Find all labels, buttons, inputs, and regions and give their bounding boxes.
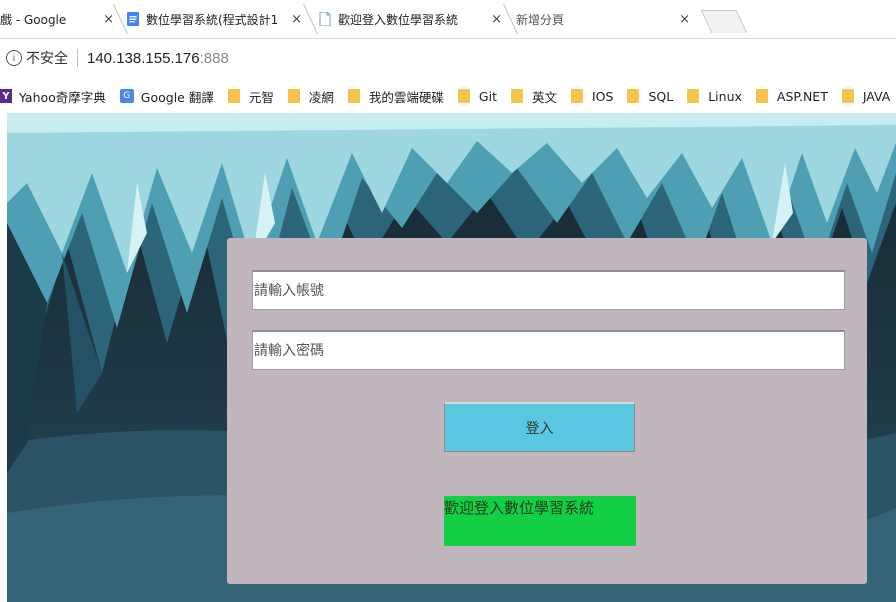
tab-label: 歡迎登入數位學習系統 [338, 12, 459, 27]
bookmark-folder-aspnet[interactable]: ASP.NET [755, 88, 828, 104]
folder-icon [510, 89, 523, 103]
close-icon[interactable]: × [491, 12, 502, 27]
account-input[interactable] [252, 270, 845, 310]
docs-icon [126, 12, 140, 26]
bookmark-folder-linux[interactable]: Linux [687, 89, 742, 104]
page-icon [318, 11, 332, 27]
bookmark-folder-drive[interactable]: 我的雲端硬碟 [347, 87, 444, 106]
url-host[interactable]: 140.138.155.176 [87, 50, 200, 67]
folder-icon [755, 89, 768, 103]
folder-icon [287, 89, 300, 103]
address-divider [77, 49, 78, 67]
tab-new-tab[interactable]: 新增分頁 × [516, 4, 702, 34]
tab-label: 新增分頁 [516, 12, 565, 27]
bookmark-folder-yuanzhi[interactable]: 元智 [227, 87, 274, 106]
folder-icon [347, 89, 360, 103]
welcome-banner: 歡迎登入數位學習系統 [444, 496, 636, 546]
bookmark-label: SQL [648, 88, 674, 104]
close-icon[interactable]: × [291, 12, 302, 27]
address-bar[interactable]: i 不安全 140.138.155.176:888 [0, 39, 896, 77]
page-viewport: 登入 歡迎登入數位學習系統 [7, 113, 896, 602]
tab-label: 數位學習系統(程式設計1 [146, 12, 279, 27]
bookmark-label: JAVA [862, 88, 891, 104]
bookmark-folder-java[interactable]: JAVA [841, 88, 891, 104]
folder-icon [227, 89, 240, 103]
bookmark-label: Git [478, 88, 497, 104]
url-port[interactable]: :888 [200, 50, 229, 67]
bookmark-yahoo-dictionary[interactable]: Y Yahoo奇摩字典 [0, 87, 106, 106]
bookmark-label: Yahoo奇摩字典 [19, 89, 106, 105]
new-tab-button[interactable] [700, 10, 748, 33]
folder-icon [570, 89, 583, 103]
password-input[interactable] [252, 330, 845, 370]
bookmark-label: 凌網 [308, 89, 334, 105]
bookmark-label: ASP.NET [776, 88, 828, 104]
info-icon[interactable]: i [6, 50, 22, 66]
yahoo-icon: Y [0, 89, 12, 103]
bookmarks-bar: Y Yahoo奇摩字典 G Google 翻譯 元智 凌網 我的雲端硬碟 Git… [0, 80, 896, 112]
bookmark-folder-lingwang[interactable]: 凌網 [287, 87, 334, 106]
folder-icon [627, 89, 640, 103]
folder-icon [687, 89, 700, 103]
folder-icon [457, 89, 470, 103]
tab-elearning-course[interactable]: 數位學習系統(程式設計1 × [126, 4, 306, 34]
login-button[interactable]: 登入 [444, 402, 635, 452]
bookmark-folder-ios[interactable]: IOS [570, 88, 614, 104]
bookmark-label: 我的雲端硬碟 [368, 89, 444, 105]
close-icon[interactable]: × [679, 12, 690, 27]
google-translate-icon: G [119, 89, 134, 103]
tab-google[interactable]: 戲 - Google × [0, 4, 118, 34]
bookmark-label: Google 翻譯 [140, 89, 214, 105]
bookmark-label: 英文 [531, 89, 557, 105]
bookmark-folder-git[interactable]: Git [457, 88, 497, 104]
bookmark-label: IOS [591, 88, 614, 104]
close-icon[interactable]: × [103, 12, 114, 27]
tab-welcome-login[interactable]: 歡迎登入數位學習系統 × [318, 4, 506, 34]
bookmark-folder-english[interactable]: 英文 [510, 87, 557, 106]
tab-strip: 戲 - Google × 數位學習系統(程式設計1 × 歡迎登入數位學習系統 ×… [0, 0, 896, 39]
bookmark-label: Linux [708, 88, 742, 104]
bookmark-folder-sql[interactable]: SQL [627, 89, 673, 104]
security-label[interactable]: 不安全 [26, 48, 68, 68]
bookmark-google-translate[interactable]: G Google 翻譯 [119, 87, 214, 106]
bookmark-label: 元智 [248, 89, 274, 105]
login-panel: 登入 歡迎登入數位學習系統 [227, 238, 867, 584]
tab-label: 戲 - Google [0, 12, 67, 27]
folder-icon [841, 89, 854, 103]
